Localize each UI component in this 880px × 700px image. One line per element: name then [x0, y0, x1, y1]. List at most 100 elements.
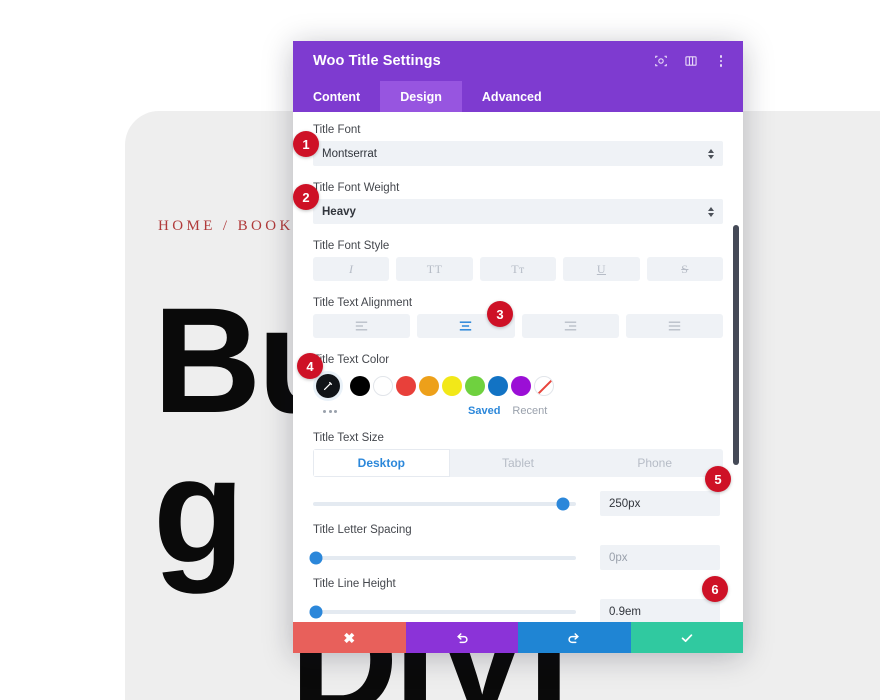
- modal-scrollbar[interactable]: [733, 225, 739, 465]
- tab-design[interactable]: Design: [380, 81, 462, 112]
- layout-columns-icon[interactable]: [683, 53, 699, 69]
- modal-header-icons: [653, 53, 729, 69]
- undo-arrow-icon: [455, 631, 469, 645]
- font-style-underline-button[interactable]: U: [563, 257, 640, 281]
- uppercase-icon: TT: [426, 261, 443, 276]
- option-title-font: Title Font Montserrat: [313, 124, 723, 166]
- title-font-weight-select[interactable]: Heavy: [313, 199, 723, 224]
- swatch-yellow[interactable]: [442, 376, 462, 396]
- option-title-text-size: Title Text Size Desktop Tablet Phone 250…: [313, 432, 723, 516]
- tab-content[interactable]: Content: [293, 81, 380, 112]
- italic-icon: I: [348, 261, 354, 276]
- title-font-style-buttons: I TT Tт U S: [313, 257, 724, 281]
- align-left-button[interactable]: [313, 314, 411, 338]
- color-palette: [313, 371, 723, 401]
- option-title-font-style: Title Font Style I TT Tт U S: [313, 240, 724, 281]
- swatch-green[interactable]: [465, 376, 485, 396]
- kebab-menu-icon[interactable]: [713, 53, 729, 69]
- screenshot-root: HOME / BOOKS / ... Bu g DIVI Woo Title S…: [0, 0, 880, 700]
- more-colors-icon[interactable]: [323, 409, 337, 413]
- font-style-smallcaps-button[interactable]: Tт: [479, 257, 557, 281]
- option-title-letter-spacing: Title Letter Spacing 0px: [309, 524, 723, 570]
- title-line-height-slider[interactable]: [309, 605, 576, 618]
- woo-title-settings-modal: Woo Title Settings Content Design Advanc…: [293, 41, 743, 653]
- callout-badge-1: 1: [293, 131, 319, 157]
- title-text-size-slider[interactable]: [313, 497, 576, 510]
- swatch-white[interactable]: [373, 376, 393, 396]
- hero-word-2: g: [153, 426, 245, 594]
- swatch-purple[interactable]: [511, 376, 531, 396]
- title-text-color-label: Title Text Color: [313, 354, 390, 366]
- callout-badge-6: 6: [702, 576, 728, 602]
- align-justify-icon: [668, 321, 681, 331]
- title-line-height-value[interactable]: 0.9em: [600, 599, 720, 622]
- palette-tab-recent[interactable]: Recent: [512, 405, 547, 417]
- palette-tab-saved[interactable]: Saved: [468, 405, 500, 417]
- cancel-button[interactable]: ✖: [293, 622, 406, 653]
- modal-footer-actions: ✖: [293, 622, 743, 653]
- option-title-line-height: Title Line Height 0.9em: [309, 578, 723, 622]
- title-font-label: Title Font: [313, 124, 361, 136]
- title-font-select[interactable]: Montserrat: [313, 141, 723, 166]
- title-text-size-slider-row: 250px: [313, 491, 723, 516]
- modal-header: Woo Title Settings: [293, 41, 743, 81]
- title-line-height-label: Title Line Height: [313, 578, 396, 590]
- swatch-blue[interactable]: [488, 376, 508, 396]
- redo-arrow-icon: [567, 631, 581, 645]
- device-tab-tablet[interactable]: Tablet: [450, 449, 587, 477]
- title-letter-spacing-value[interactable]: 0px: [600, 545, 720, 570]
- target-icon[interactable]: [653, 53, 669, 69]
- title-letter-spacing-label: Title Letter Spacing: [313, 524, 412, 536]
- title-line-height-slider-row: 0.9em: [309, 599, 723, 622]
- swatch-orange[interactable]: [419, 376, 439, 396]
- palette-tabs: Saved Recent: [468, 405, 547, 417]
- callout-badge-5: 5: [705, 466, 731, 492]
- title-letter-spacing-slider[interactable]: [309, 551, 576, 564]
- title-font-weight-label: Title Font Weight: [313, 182, 400, 194]
- device-tabs: Desktop Tablet Phone: [313, 449, 723, 477]
- title-text-alignment-buttons: [313, 314, 723, 338]
- modal-tabs: Content Design Advanced: [293, 81, 743, 112]
- title-text-size-label: Title Text Size: [313, 432, 384, 444]
- title-font-style-label: Title Font Style: [313, 240, 390, 252]
- chevron-updown-icon: [708, 206, 714, 217]
- small-caps-icon: Tт: [511, 261, 525, 276]
- tab-advanced[interactable]: Advanced: [462, 81, 562, 112]
- swatch-red[interactable]: [396, 376, 416, 396]
- x-icon: ✖: [343, 629, 356, 646]
- redo-button[interactable]: [518, 622, 631, 653]
- swatch-black[interactable]: [350, 376, 370, 396]
- option-title-font-weight: Title Font Weight Heavy: [313, 182, 723, 224]
- save-button[interactable]: [630, 622, 743, 653]
- modal-title: Woo Title Settings: [313, 53, 441, 69]
- align-justify-button[interactable]: [625, 314, 723, 338]
- underline-icon: U: [596, 261, 606, 276]
- strikethrough-icon: S: [681, 261, 689, 276]
- font-style-italic-button[interactable]: I: [313, 257, 390, 281]
- slider-knob[interactable]: [309, 605, 323, 618]
- align-right-button[interactable]: [521, 314, 619, 338]
- slider-knob[interactable]: [309, 551, 323, 564]
- chevron-updown-icon: [708, 148, 714, 159]
- device-tab-phone[interactable]: Phone: [586, 449, 723, 477]
- title-text-alignment-label: Title Text Alignment: [313, 297, 413, 309]
- slider-knob[interactable]: [556, 497, 570, 510]
- option-title-text-color: Title Text Color Saved Recent: [313, 354, 723, 420]
- modal-body: Title Font Montserrat Title Font Weight …: [293, 112, 743, 622]
- undo-button[interactable]: [405, 622, 518, 653]
- swatch-no-color[interactable]: [534, 376, 554, 396]
- device-tab-desktop[interactable]: Desktop: [313, 449, 450, 477]
- callout-badge-4: 4: [297, 353, 323, 379]
- align-right-icon: [564, 321, 577, 331]
- align-center-icon: [459, 321, 472, 331]
- callout-badge-2: 2: [293, 184, 319, 210]
- palette-footer: Saved Recent: [313, 402, 723, 420]
- align-left-icon: [355, 321, 368, 331]
- title-letter-spacing-slider-row: 0px: [309, 545, 723, 570]
- title-text-size-value[interactable]: 250px: [600, 491, 720, 516]
- font-style-strikethrough-button[interactable]: S: [646, 257, 724, 281]
- option-title-text-alignment: Title Text Alignment: [313, 297, 723, 338]
- title-font-weight-value: Heavy: [322, 205, 356, 218]
- font-style-uppercase-button[interactable]: TT: [396, 257, 473, 281]
- eyedropper-icon: [316, 374, 340, 398]
